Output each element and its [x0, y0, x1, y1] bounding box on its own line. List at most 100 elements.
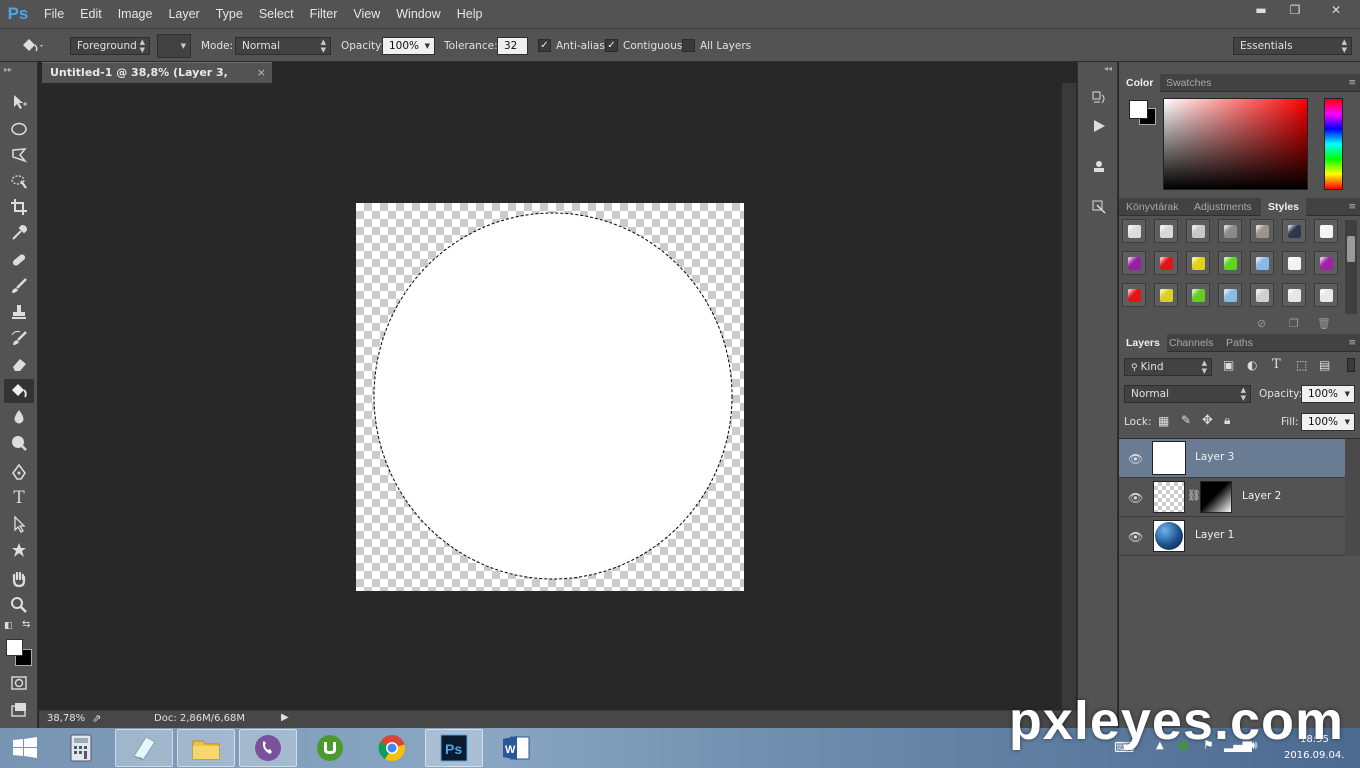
layer-row-layer-2[interactable]: 👁︎ ⛓ Layer 2: [1119, 478, 1345, 517]
filter-shape-icon[interactable]: ⬚: [1296, 358, 1307, 372]
layer-opacity-field[interactable]: 100% ▼: [1301, 385, 1355, 403]
screen-mode-icon[interactable]: [4, 698, 34, 722]
zoom-level[interactable]: 38,78%: [47, 713, 85, 724]
anti-alias-checkbox[interactable]: ✓: [538, 39, 551, 52]
blend-mode-select[interactable]: Normal ▲ ▼: [1124, 385, 1251, 403]
menu-layer[interactable]: Layer: [160, 7, 207, 21]
delete-style-icon[interactable]: 🗑: [1317, 317, 1331, 330]
layer-row-layer-3[interactable]: 👁︎ Layer 3: [1119, 439, 1345, 478]
filter-adjustment-icon[interactable]: ◐: [1247, 358, 1257, 372]
all-layers-checkbox[interactable]: [682, 39, 695, 52]
contiguous-checkbox[interactable]: ✓: [605, 39, 618, 52]
layer-mask-thumbnail[interactable]: [1200, 481, 1232, 513]
opacity-field[interactable]: 100% ▼: [382, 37, 435, 55]
style-swatch[interactable]: [1250, 251, 1274, 275]
style-swatch[interactable]: [1122, 251, 1146, 275]
style-swatch[interactable]: [1282, 283, 1306, 307]
tab-styles[interactable]: Styles: [1261, 198, 1306, 216]
close-document-icon[interactable]: ×: [257, 63, 266, 83]
blur-tool-icon[interactable]: [4, 405, 34, 429]
fill-source-select[interactable]: Foreground ▲ ▼: [70, 37, 150, 55]
collapse-toolbox-icon[interactable]: ▸▸: [4, 65, 12, 74]
calculator-app-icon[interactable]: [52, 729, 110, 767]
menu-file[interactable]: File: [36, 7, 72, 21]
mode-select[interactable]: Normal ▲ ▼: [235, 37, 331, 55]
style-swatch[interactable]: [1314, 251, 1338, 275]
status-menu-arrow-icon[interactable]: ▶: [281, 712, 289, 723]
document-tab[interactable]: Untitled-1 @ 38,8% (Layer 3, RGB/8) * ×: [42, 62, 272, 99]
document-canvas[interactable]: [356, 203, 744, 591]
default-colors-icon[interactable]: ◧: [4, 621, 13, 631]
tolerance-input[interactable]: 32: [497, 37, 528, 55]
history-brush-tool-icon[interactable]: [4, 326, 34, 350]
filter-type-icon[interactable]: T: [1272, 357, 1281, 372]
color-field[interactable]: [1163, 98, 1308, 190]
style-swatch[interactable]: [1154, 251, 1178, 275]
style-swatch[interactable]: [1122, 219, 1146, 243]
character-panel-icon[interactable]: [1088, 196, 1110, 218]
style-swatch[interactable]: [1218, 251, 1242, 275]
close-button[interactable]: ✕: [1312, 0, 1360, 20]
clone-stamp-tool-icon[interactable]: [4, 300, 34, 324]
vertical-scrollbar[interactable]: [1062, 83, 1076, 710]
style-swatch[interactable]: [1186, 251, 1210, 275]
clear-style-icon[interactable]: ⊘: [1257, 317, 1266, 330]
layer-name[interactable]: Layer 1: [1195, 529, 1234, 541]
style-swatch[interactable]: [1154, 283, 1178, 307]
menu-type[interactable]: Type: [208, 7, 251, 21]
menu-help[interactable]: Help: [449, 7, 491, 21]
photoshop-app-icon[interactable]: Ps: [425, 729, 483, 767]
foreground-color-swatch[interactable]: [6, 639, 23, 656]
tab-konyvtarak[interactable]: Könyvtárak: [1119, 198, 1186, 216]
tab-adjustments[interactable]: Adjustments: [1187, 198, 1259, 216]
chrome-app-icon[interactable]: [363, 729, 421, 767]
lasso-tool-icon[interactable]: [4, 143, 34, 167]
visibility-eye-icon[interactable]: 👁︎: [1128, 491, 1143, 505]
style-swatch[interactable]: [1186, 219, 1210, 243]
quick-mask-icon[interactable]: [4, 671, 34, 695]
visibility-eye-icon[interactable]: 👁︎: [1128, 530, 1143, 544]
style-swatch[interactable]: [1218, 219, 1242, 243]
style-swatch[interactable]: [1314, 283, 1338, 307]
filter-toggle-switch[interactable]: [1347, 358, 1355, 372]
panel-menu-icon[interactable]: ≡: [1348, 198, 1356, 216]
tab-layers[interactable]: Layers: [1119, 334, 1167, 352]
style-swatch[interactable]: [1218, 283, 1242, 307]
healing-brush-tool-icon[interactable]: [4, 248, 34, 272]
chevron-down-icon[interactable]: ▼: [1345, 390, 1350, 398]
pen-tool-icon[interactable]: [4, 460, 34, 484]
tab-swatches[interactable]: Swatches: [1159, 74, 1219, 92]
hand-tool-icon[interactable]: [4, 567, 34, 591]
panel-menu-icon[interactable]: ≡: [1348, 334, 1356, 352]
filter-pixel-icon[interactable]: ▣: [1223, 358, 1234, 372]
expand-dock-icon[interactable]: ◂◂: [1104, 64, 1112, 73]
layer-filter-kind-select[interactable]: ⚲ Kind ▲ ▼: [1124, 358, 1212, 376]
paint-bucket-tool-icon[interactable]: [4, 379, 34, 403]
properties-panel-icon[interactable]: [1088, 155, 1110, 177]
menu-edit[interactable]: Edit: [72, 7, 110, 21]
eraser-tool-icon[interactable]: [4, 352, 34, 376]
restore-button[interactable]: ❐: [1278, 0, 1312, 20]
style-swatch[interactable]: [1186, 283, 1210, 307]
swap-colors-icon[interactable]: ⇆: [22, 619, 30, 630]
custom-shape-tool-icon[interactable]: [4, 538, 34, 562]
history-panel-icon[interactable]: [1088, 87, 1110, 109]
filter-smart-object-icon[interactable]: ▤: [1319, 358, 1330, 372]
mask-link-icon[interactable]: ⛓: [1187, 489, 1201, 502]
utorrent-app-icon[interactable]: [301, 729, 359, 767]
layer-name[interactable]: Layer 2: [1242, 490, 1281, 502]
word-app-icon[interactable]: W: [487, 729, 545, 767]
layers-scrollbar[interactable]: [1345, 439, 1360, 556]
quick-selection-tool-icon[interactable]: [4, 169, 34, 193]
actions-panel-icon[interactable]: [1088, 115, 1110, 137]
lock-position-icon[interactable]: ✥: [1202, 413, 1213, 428]
tab-paths[interactable]: Paths: [1219, 334, 1260, 352]
minimize-button[interactable]: ▬: [1244, 0, 1278, 20]
visibility-eye-icon[interactable]: 👁︎: [1128, 452, 1143, 466]
menu-select[interactable]: Select: [251, 7, 302, 21]
path-selection-tool-icon[interactable]: [4, 512, 34, 536]
panel-menu-icon[interactable]: ≡: [1348, 74, 1356, 92]
menu-filter[interactable]: Filter: [302, 7, 346, 21]
file-explorer-app-icon[interactable]: [177, 729, 235, 767]
type-tool-icon[interactable]: T: [4, 486, 34, 510]
